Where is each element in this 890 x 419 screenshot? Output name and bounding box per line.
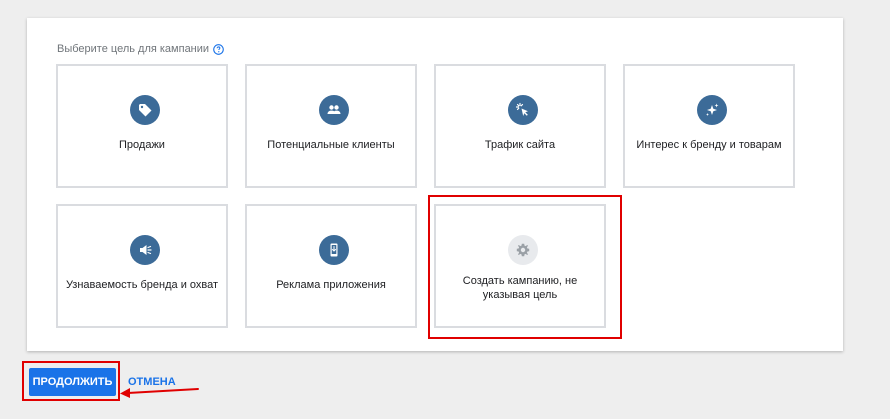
goal-tile-website-traffic[interactable]: Трафик сайта [434,64,606,188]
goal-label: Продажи [119,139,165,151]
goal-label: Трафик сайта [484,139,556,151]
goal-tile-app-promotion[interactable]: Реклама приложения [245,204,417,328]
arrow-left-icon [120,388,199,398]
goal-label: Реклама приложения [276,279,386,291]
campaign-goal-card: Выберите цель для кампании Продажи Потен… [27,18,843,351]
goal-prompt: Выберите цель для кампании [57,43,224,55]
goal-prompt-label: Выберите цель для кампании [57,43,210,55]
help-icon[interactable] [213,43,224,55]
goal-tile-no-goal[interactable]: Создать кампанию, не указывая цель [434,204,606,328]
goal-tile-leads[interactable]: Потенциальные клиенты [245,64,417,188]
tag-icon [130,95,160,125]
megaphone-icon [130,235,160,265]
sparkle-icon [697,95,727,125]
goal-tile-brand-awareness[interactable]: Узнаваемость бренда и охват [56,204,228,328]
goal-label: Потенциальные клиенты [267,139,395,151]
cursor-click-icon [508,95,538,125]
people-icon [319,95,349,125]
goal-tile-brand-interest[interactable]: Интерес к бренду и товарам [623,64,795,188]
goal-label: Интерес к бренду и товарам [636,139,782,151]
goal-tile-sales[interactable]: Продажи [56,64,228,188]
gear-icon [508,235,538,265]
continue-button[interactable]: ПРОДОЛЖИТЬ [29,368,116,396]
phone-download-icon [319,235,349,265]
goal-label: Узнаваемость бренда и охват [65,279,219,291]
goal-label: Создать кампанию, не указывая цель [462,275,578,301]
